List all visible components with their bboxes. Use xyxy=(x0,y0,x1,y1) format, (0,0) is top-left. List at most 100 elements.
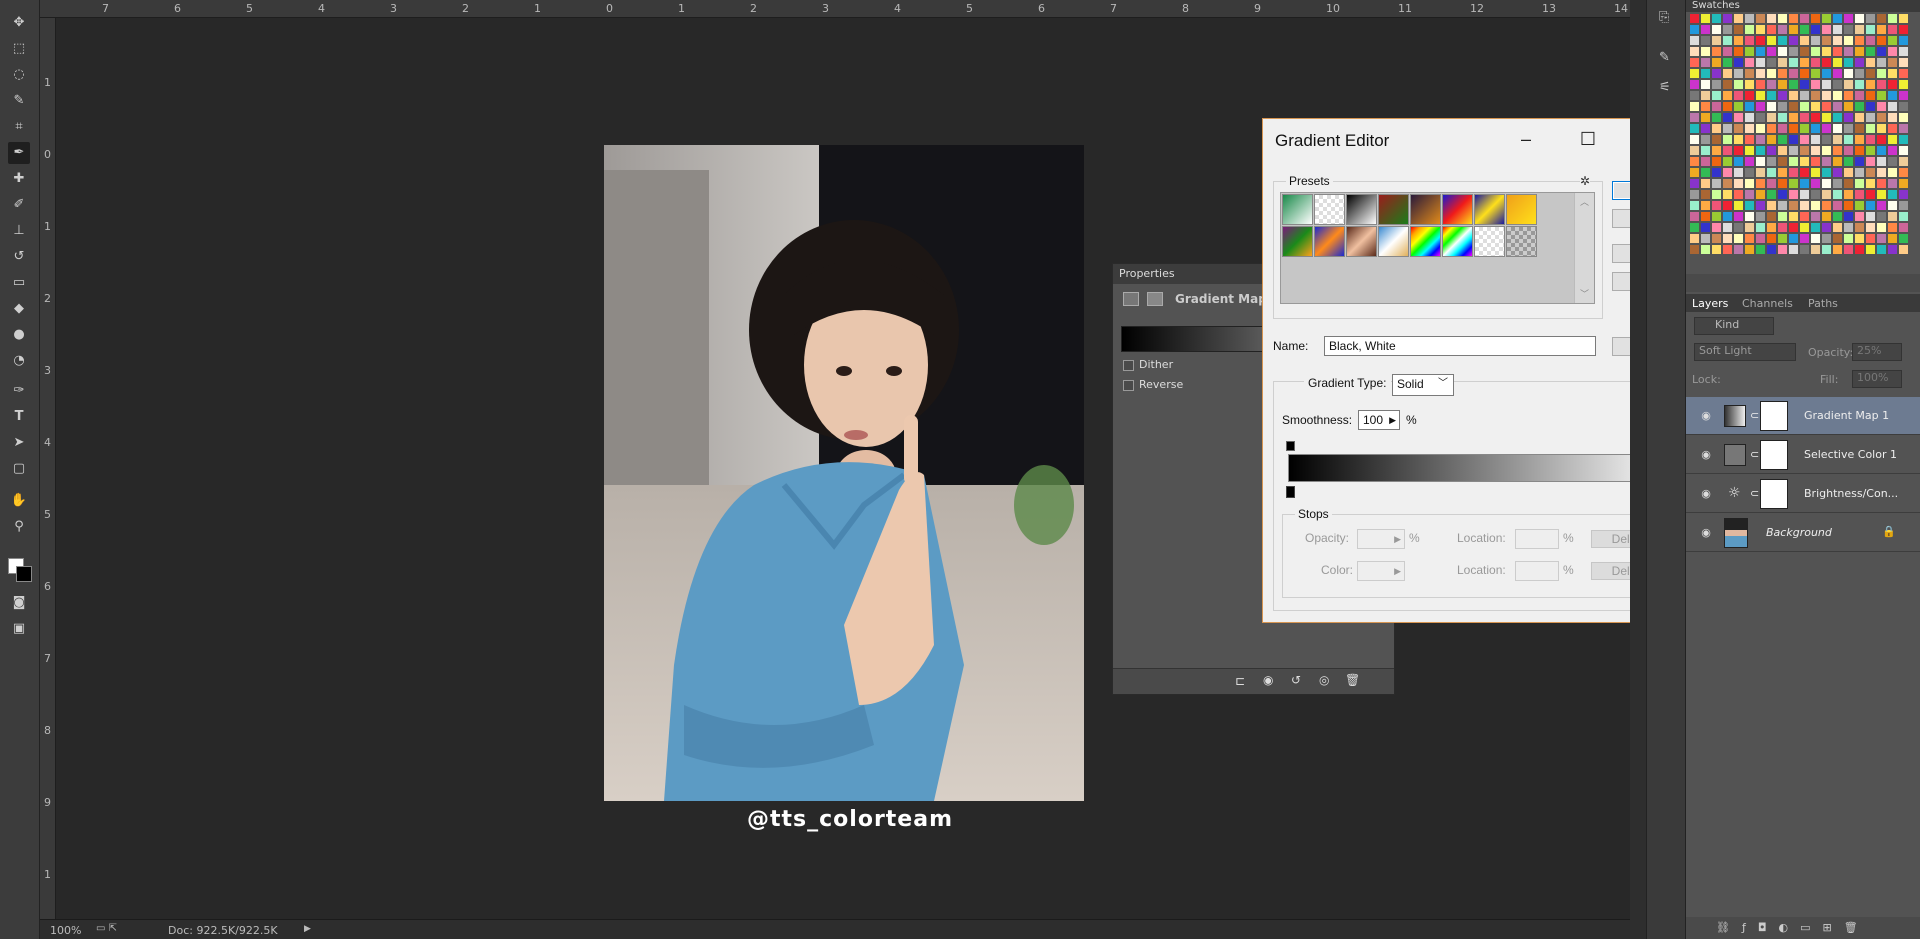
color-swatch[interactable] xyxy=(1701,212,1710,221)
color-swatch[interactable] xyxy=(1844,146,1853,155)
color-swatch[interactable] xyxy=(1767,91,1776,100)
color-swatch[interactable] xyxy=(1778,25,1787,34)
smoothness-input[interactable]: 100 ▶ xyxy=(1358,410,1400,430)
color-swatch[interactable] xyxy=(1701,179,1710,188)
color-swatch[interactable] xyxy=(1822,157,1831,166)
color-swatch[interactable] xyxy=(1767,190,1776,199)
color-swatch[interactable] xyxy=(1745,201,1754,210)
color-swatch[interactable] xyxy=(1690,168,1699,177)
move-tool-icon[interactable]: ✥ xyxy=(8,12,30,34)
color-swatch[interactable] xyxy=(1899,201,1908,210)
color-swatch[interactable] xyxy=(1888,212,1897,221)
color-swatch[interactable] xyxy=(1745,157,1754,166)
color-swatch[interactable] xyxy=(1745,14,1754,23)
color-swatch[interactable] xyxy=(1756,80,1765,89)
color-swatch[interactable] xyxy=(1822,223,1831,232)
color-swatch[interactable] xyxy=(1811,102,1820,111)
color-swatch[interactable] xyxy=(1690,36,1699,45)
color-swatch[interactable] xyxy=(1701,69,1710,78)
color-swatch[interactable] xyxy=(1811,212,1820,221)
zoom-level[interactable]: 100% xyxy=(50,924,81,937)
color-swatch[interactable] xyxy=(1822,58,1831,67)
opacity-location-input[interactable] xyxy=(1515,529,1559,549)
color-swatch[interactable] xyxy=(1822,190,1831,199)
paint-bucket-tool-icon[interactable]: ◆ xyxy=(8,298,30,320)
color-swatch[interactable] xyxy=(1690,69,1699,78)
color-swatch[interactable] xyxy=(1866,124,1875,133)
color-swatch[interactable] xyxy=(1811,124,1820,133)
color-swatch[interactable] xyxy=(1855,135,1864,144)
color-swatch[interactable] xyxy=(1844,179,1853,188)
color-swatch[interactable] xyxy=(1734,14,1743,23)
color-swatch[interactable] xyxy=(1822,168,1831,177)
color-swatch[interactable] xyxy=(1811,47,1820,56)
color-swatch[interactable] xyxy=(1877,212,1886,221)
preset-swatch[interactable] xyxy=(1506,226,1537,257)
status-arrow-icon[interactable]: ▶ xyxy=(304,924,311,934)
color-swatch[interactable] xyxy=(1888,25,1897,34)
color-swatch[interactable] xyxy=(1877,157,1886,166)
color-swatch[interactable] xyxy=(1855,212,1864,221)
color-swatch[interactable] xyxy=(1899,58,1908,67)
color-swatch[interactable] xyxy=(1844,168,1853,177)
color-swatch[interactable] xyxy=(1767,146,1776,155)
color-swatch[interactable] xyxy=(1822,80,1831,89)
color-swatch[interactable] xyxy=(1723,113,1732,122)
document-photo[interactable] xyxy=(604,145,1084,801)
color-swatch[interactable] xyxy=(1778,124,1787,133)
color-swatch[interactable] xyxy=(1877,179,1886,188)
color-swatch[interactable] xyxy=(1877,25,1886,34)
color-swatch[interactable] xyxy=(1723,190,1732,199)
clone-stamp-tool-icon[interactable]: ⊥ xyxy=(8,220,30,242)
color-swatch[interactable] xyxy=(1734,201,1743,210)
color-swatch[interactable] xyxy=(1778,157,1787,166)
color-swatch[interactable] xyxy=(1877,234,1886,243)
eraser-tool-icon[interactable]: ▭ xyxy=(8,272,30,294)
zoom-tool-icon[interactable]: ⚲ xyxy=(8,516,30,538)
color-swatch[interactable] xyxy=(1811,135,1820,144)
color-swatch[interactable] xyxy=(1701,36,1710,45)
color-swatch[interactable] xyxy=(1800,234,1809,243)
color-swatch[interactable] xyxy=(1789,234,1798,243)
color-swatch[interactable] xyxy=(1690,135,1699,144)
color-swatch[interactable] xyxy=(1899,234,1908,243)
color-swatch[interactable] xyxy=(1789,91,1798,100)
color-swatch[interactable] xyxy=(1822,146,1831,155)
color-swatch[interactable] xyxy=(1723,58,1732,67)
color-stop-left[interactable] xyxy=(1286,486,1295,498)
color-swatch[interactable] xyxy=(1844,124,1853,133)
color-swatch[interactable] xyxy=(1866,212,1875,221)
color-swatch[interactable] xyxy=(1899,47,1908,56)
color-swatch[interactable] xyxy=(1789,146,1798,155)
color-swatch[interactable] xyxy=(1800,124,1809,133)
color-swatch[interactable] xyxy=(1877,168,1886,177)
quick-select-tool-icon[interactable]: ✎ xyxy=(8,90,30,112)
color-swatch[interactable] xyxy=(1723,36,1732,45)
color-swatch[interactable] xyxy=(1734,124,1743,133)
color-swatch[interactable] xyxy=(1877,124,1886,133)
layer-kind-filter[interactable]: Kind xyxy=(1694,317,1774,335)
color-swatch[interactable] xyxy=(1899,212,1908,221)
color-swatch[interactable] xyxy=(1833,80,1842,89)
color-swatch[interactable] xyxy=(1844,234,1853,243)
color-swatch[interactable] xyxy=(1701,146,1710,155)
color-swatch[interactable] xyxy=(1690,190,1699,199)
color-swatch[interactable] xyxy=(1690,157,1699,166)
color-swatch[interactable] xyxy=(1756,201,1765,210)
color-swatch[interactable] xyxy=(1734,36,1743,45)
color-swatch[interactable] xyxy=(1800,212,1809,221)
color-swatch[interactable] xyxy=(1745,146,1754,155)
color-swatch[interactable] xyxy=(1899,245,1908,254)
color-swatch[interactable] xyxy=(1888,157,1897,166)
color-swatch[interactable] xyxy=(1844,245,1853,254)
color-swatch[interactable] xyxy=(1811,223,1820,232)
minimize-icon[interactable]: – xyxy=(1511,127,1541,151)
color-swatch[interactable] xyxy=(1767,201,1776,210)
visibility-eye-icon[interactable]: ◉ xyxy=(1699,526,1713,540)
color-swatch[interactable] xyxy=(1822,25,1831,34)
brush-tool-icon[interactable]: ✐ xyxy=(8,194,30,216)
tab-paths[interactable]: Paths xyxy=(1808,297,1838,310)
color-swatch[interactable] xyxy=(1800,14,1809,23)
color-swatch[interactable] xyxy=(1734,25,1743,34)
eyedropper-tool-icon[interactable]: ✒ xyxy=(8,142,30,164)
